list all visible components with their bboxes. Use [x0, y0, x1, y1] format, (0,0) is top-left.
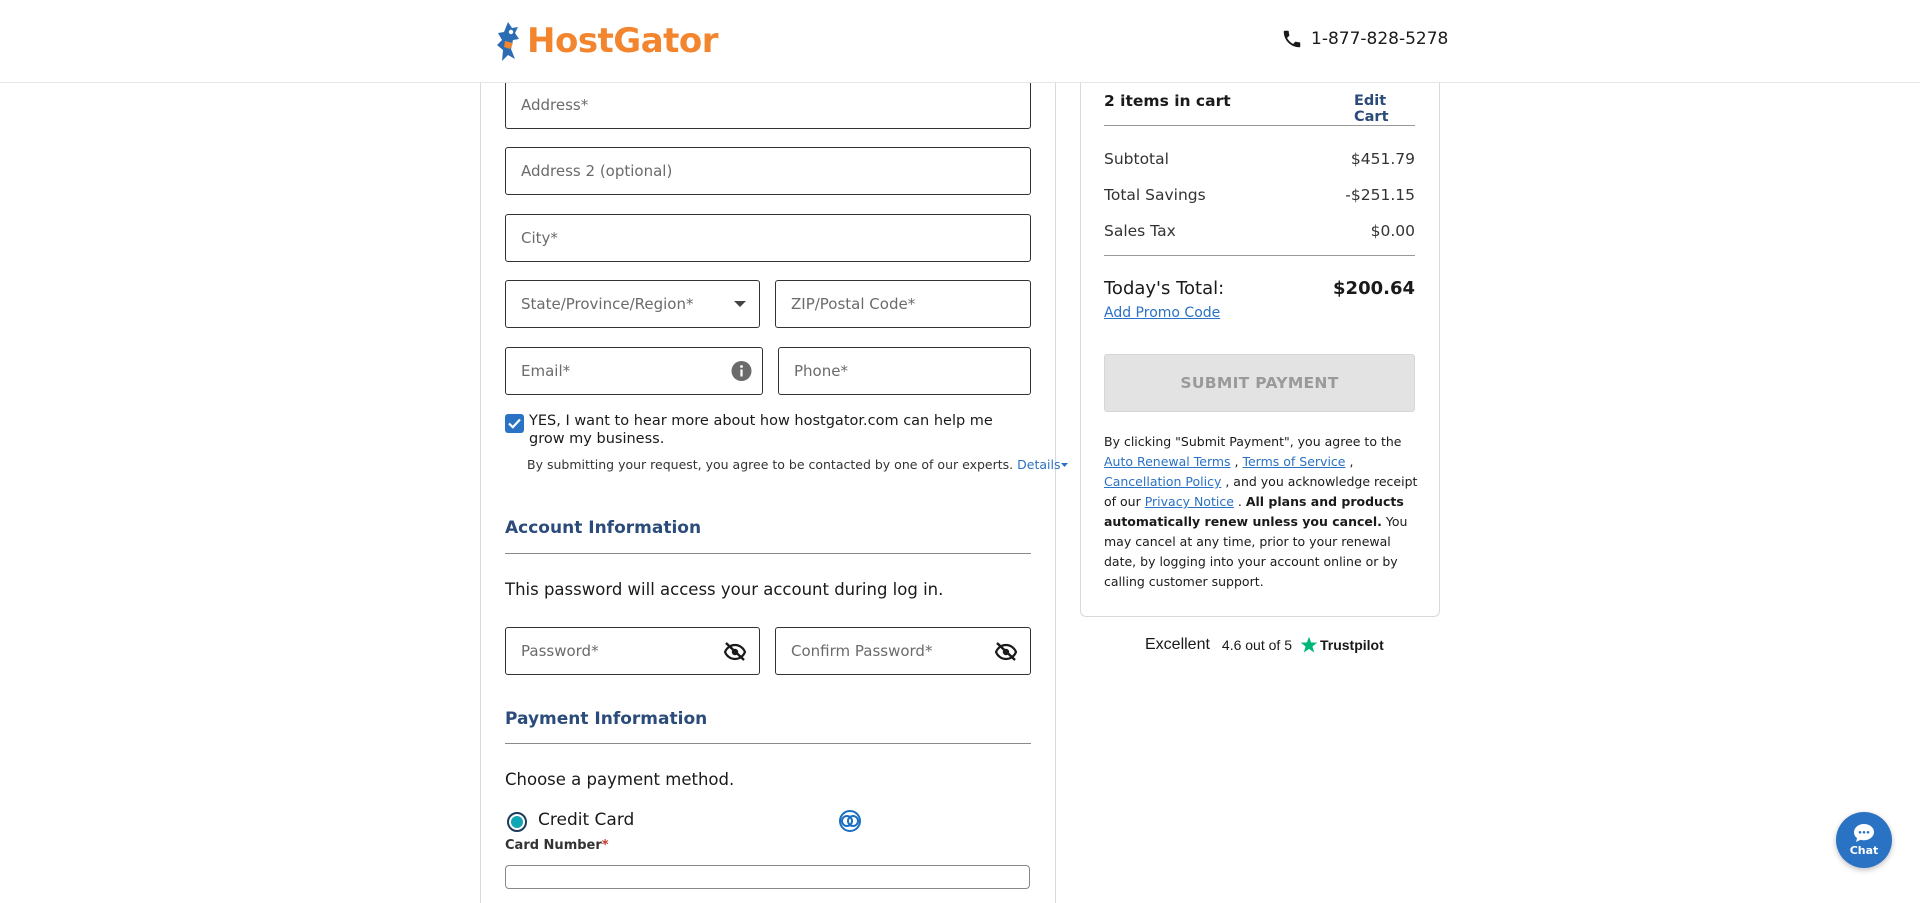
- terms-notice: By clicking "Submit Payment", you agree …: [1104, 434, 1418, 589]
- optin-label: YES, I want to hear more about how hostg…: [529, 413, 993, 447]
- state-placeholder: State/Province/Region*: [521, 295, 694, 313]
- terms-prefix: By clicking "Submit Payment", you agree …: [1104, 434, 1402, 449]
- chat-button[interactable]: Chat: [1836, 812, 1892, 868]
- savings-label: Total Savings: [1104, 186, 1206, 204]
- payment-info-title: Payment Information: [505, 709, 708, 729]
- trustpilot-brand: Trustpilot: [1300, 636, 1384, 654]
- email-input[interactable]: Email*: [505, 347, 763, 395]
- consent-message: By submitting your request, you agree to…: [527, 457, 1014, 472]
- total-value: $200.64: [1333, 278, 1415, 299]
- email-placeholder: Email*: [521, 362, 571, 380]
- address-placeholder: Address*: [521, 96, 589, 114]
- cart-divider-top: [1104, 125, 1415, 126]
- checkmark-icon: [508, 418, 521, 429]
- chat-label: Chat: [1849, 844, 1879, 857]
- confirm-password-input[interactable]: Confirm Password*: [775, 627, 1031, 675]
- consent-text: By submitting your request, you agree to…: [527, 457, 1069, 472]
- confirm-password-placeholder: Confirm Password*: [791, 642, 933, 660]
- credit-card-label: Credit Card: [538, 810, 635, 830]
- trustpilot-excellent: Excellent: [1145, 636, 1210, 653]
- phone-link[interactable]: 1-877-828-5278: [1281, 28, 1448, 50]
- address2-placeholder: Address 2 (optional): [521, 162, 673, 180]
- credit-card-radio[interactable]: [507, 812, 527, 832]
- state-select[interactable]: State/Province/Region*: [505, 280, 760, 328]
- payment-divider: [505, 743, 1031, 744]
- terms-of-service-link[interactable]: Terms of Service: [1242, 454, 1345, 469]
- subtotal-row: Subtotal $451.79: [1104, 150, 1415, 168]
- zip-input[interactable]: ZIP/Postal Code*: [775, 280, 1031, 328]
- card-number-text: Card Number: [505, 838, 602, 853]
- cancellation-policy-link[interactable]: Cancellation Policy: [1104, 474, 1221, 489]
- required-mark: *: [601, 838, 609, 853]
- tax-row: Sales Tax $0.00: [1104, 222, 1415, 240]
- phone-icon: [1283, 30, 1301, 48]
- gator-mascot-icon: [497, 22, 519, 61]
- optin-checkbox[interactable]: [505, 414, 524, 433]
- zip-placeholder: ZIP/Postal Code*: [791, 295, 916, 313]
- trustpilot-rating: 4.6 out of 5: [1221, 637, 1292, 653]
- auto-renewal-terms-link[interactable]: Auto Renewal Terms: [1104, 454, 1231, 469]
- card-number-label: Card Number*: [505, 838, 609, 853]
- details-label: Details: [1017, 457, 1061, 472]
- eye-off-icon[interactable]: [723, 641, 747, 661]
- privacy-notice-link[interactable]: Privacy Notice: [1145, 494, 1234, 509]
- caret-down-small-icon: [1061, 463, 1069, 467]
- eye-off-icon[interactable]: [994, 641, 1018, 661]
- password-input[interactable]: Password*: [505, 627, 760, 675]
- payment-description: Choose a payment method.: [505, 770, 735, 789]
- phone-number: 1-877-828-5278: [1311, 29, 1449, 49]
- info-icon[interactable]: [731, 361, 752, 382]
- city-input[interactable]: City*: [505, 214, 1031, 262]
- city-placeholder: City*: [521, 229, 558, 247]
- caret-down-icon: [733, 300, 747, 308]
- total-row: Today's Total: $200.64: [1104, 278, 1415, 299]
- edit-cart-link[interactable]: Edit Cart: [1354, 93, 1415, 125]
- card-number-input[interactable]: [505, 865, 1030, 889]
- password-placeholder: Password*: [521, 642, 599, 660]
- savings-row: Total Savings -$251.15: [1104, 186, 1415, 204]
- address2-input[interactable]: Address 2 (optional): [505, 147, 1031, 195]
- subtotal-value: $451.79: [1350, 150, 1415, 168]
- savings-value: -$251.15: [1345, 186, 1415, 204]
- trustpilot-star-icon: [1300, 636, 1318, 653]
- subtotal-label: Subtotal: [1104, 150, 1169, 168]
- chat-bubble-icon: [1854, 824, 1874, 842]
- submit-payment-button[interactable]: SUBMIT PAYMENT: [1104, 354, 1415, 412]
- total-label: Today's Total:: [1104, 278, 1225, 299]
- tax-value: $0.00: [1370, 222, 1415, 240]
- radio-selected-dot: [511, 816, 523, 828]
- hostgator-logo[interactable]: HostGator: [491, 18, 719, 64]
- address-input[interactable]: Address*: [505, 81, 1031, 129]
- cart-count: 2 items in cart: [1104, 92, 1231, 110]
- trustpilot-widget[interactable]: Excellent 4.6 out of 5 Trustpilot: [1145, 636, 1384, 654]
- site-header: HostGator 1-877-828-5278: [0, 0, 1920, 83]
- details-link[interactable]: Details: [1017, 457, 1069, 472]
- trustpilot-brand-name: Trustpilot: [1319, 637, 1384, 653]
- phone-placeholder: Phone*: [794, 362, 848, 380]
- account-divider: [505, 553, 1031, 554]
- logo-text: HostGator: [527, 21, 719, 61]
- add-promo-code-link[interactable]: Add Promo Code: [1104, 305, 1220, 321]
- diners-club-icon: [839, 810, 861, 832]
- phone-input[interactable]: Phone*: [778, 347, 1031, 395]
- cart-divider-bottom: [1104, 255, 1415, 256]
- tax-label: Sales Tax: [1104, 222, 1176, 240]
- account-description: This password will access your account d…: [505, 580, 944, 599]
- account-info-title: Account Information: [505, 518, 702, 538]
